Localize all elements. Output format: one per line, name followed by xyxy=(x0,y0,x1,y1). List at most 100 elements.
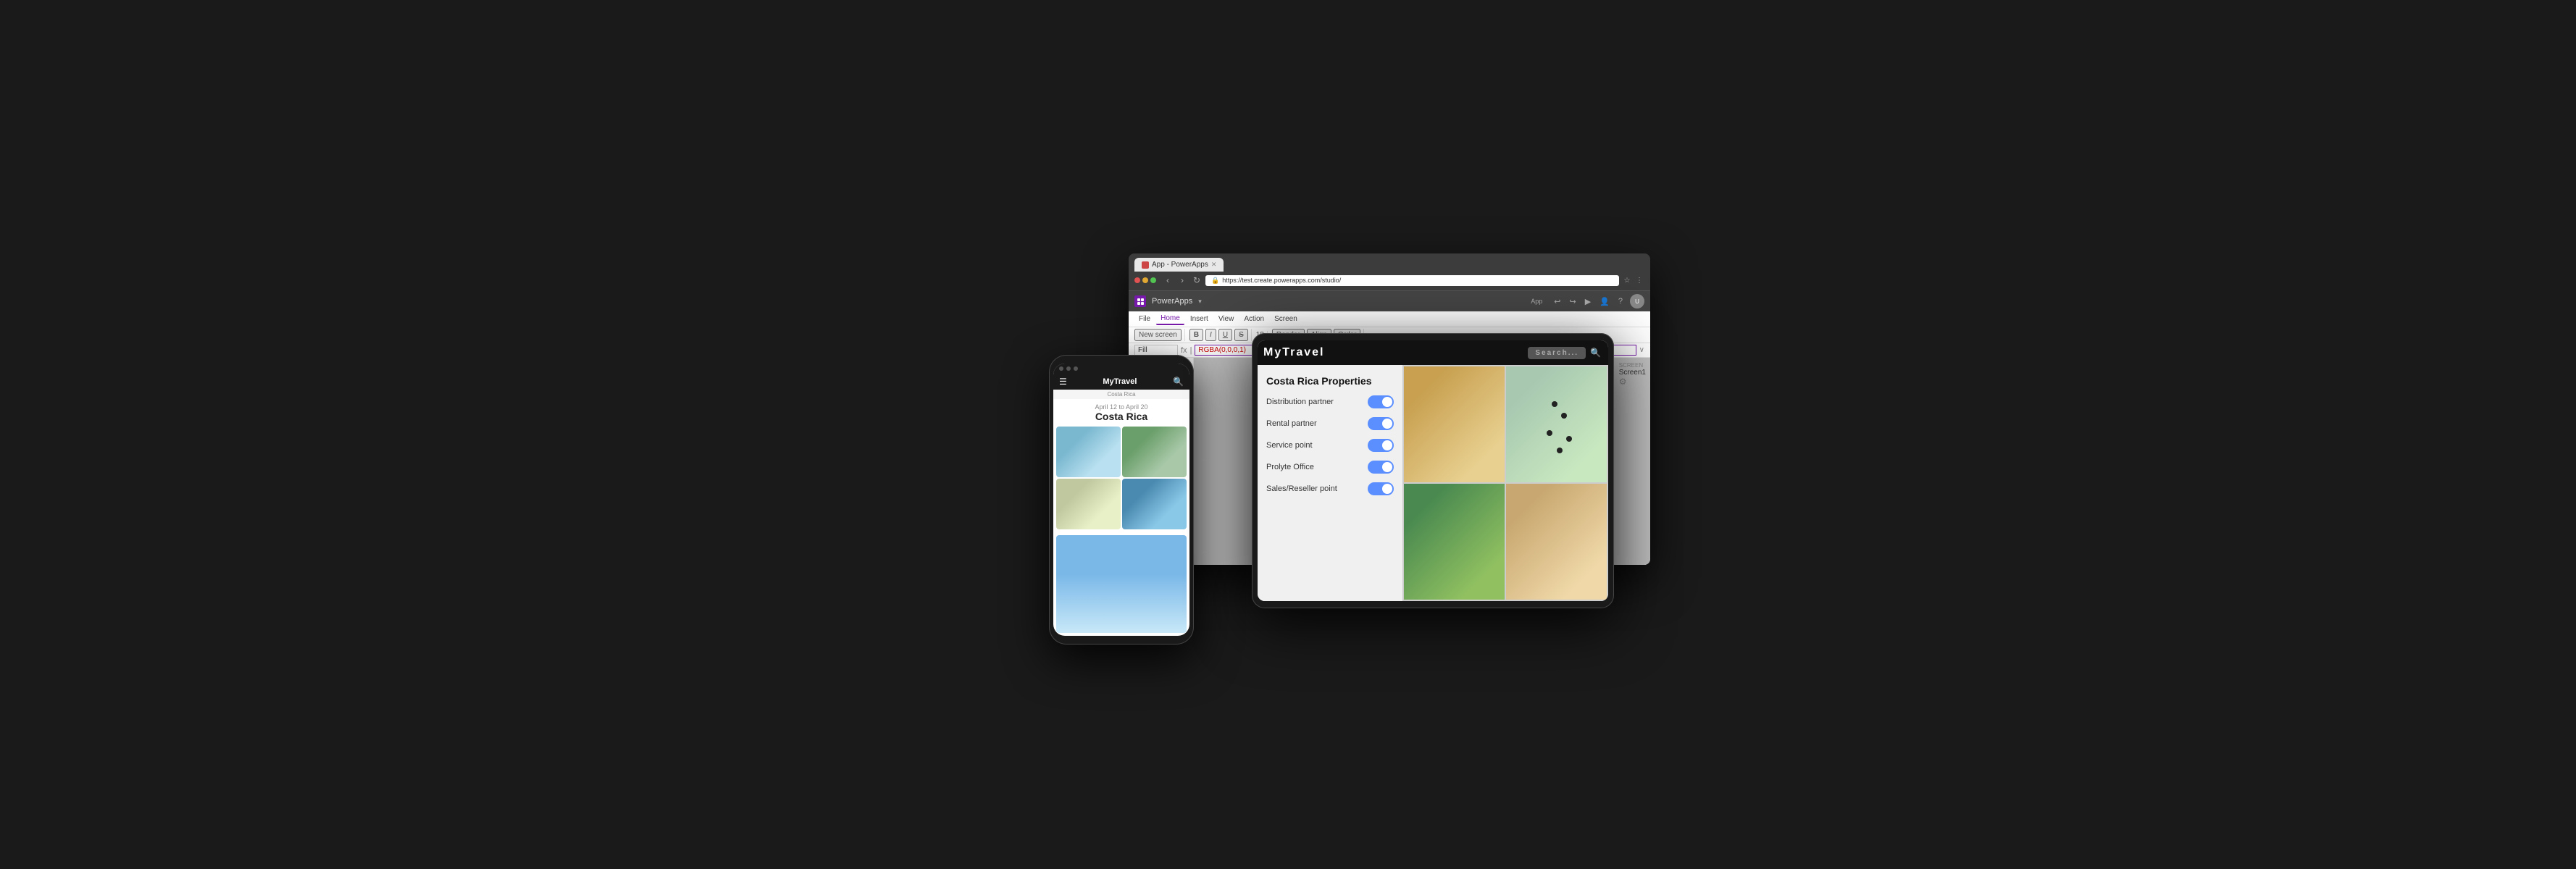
phone-dates: April 12 to April 20 xyxy=(1056,403,1187,411)
map-pin-5 xyxy=(1557,448,1563,453)
browser-tab[interactable]: App - PowerApps ✕ xyxy=(1134,258,1224,272)
phone-subtitle: Costa Rica xyxy=(1053,390,1189,399)
lock-icon: 🔒 xyxy=(1211,277,1219,285)
tablet-toggle-4[interactable] xyxy=(1368,461,1394,474)
tablet-app-header: MyTravel Search... 🔍 xyxy=(1258,340,1608,365)
menu-home[interactable]: Home xyxy=(1156,313,1184,325)
browser-dots xyxy=(1134,277,1156,283)
app-label: App xyxy=(1531,298,1542,305)
tablet-toggle-1[interactable] xyxy=(1368,395,1394,408)
tablet-filter-row-2: Rental partner xyxy=(1266,417,1394,430)
tab-bar: App - PowerApps ✕ xyxy=(1134,258,1644,272)
phone-image-3 xyxy=(1056,479,1121,529)
powerapps-header: PowerApps ▾ App ↩ ↪ ▶ 👤 ? U xyxy=(1129,291,1650,311)
minimize-dot[interactable] xyxy=(1142,277,1148,283)
menu-bar: File Home Insert View Action Screen xyxy=(1129,311,1650,327)
pipe-sign: | xyxy=(1190,346,1192,355)
tablet-filter-label-3: Service point xyxy=(1266,441,1313,450)
tablet-toggle-3[interactable] xyxy=(1368,439,1394,452)
redo-icon[interactable]: ↪ xyxy=(1569,297,1576,306)
strikethrough-button[interactable]: S xyxy=(1234,329,1248,341)
undo-icon[interactable]: ↩ xyxy=(1554,297,1560,306)
equals-sign: fx xyxy=(1181,346,1187,355)
tablet-filter-row-3: Service point xyxy=(1266,439,1394,452)
menu-view[interactable]: View xyxy=(1214,314,1239,324)
property-selector[interactable] xyxy=(1134,345,1178,356)
phone-app-header: ☰ MyTravel 🔍 xyxy=(1053,374,1189,390)
phone-images xyxy=(1053,424,1189,532)
signal-icon xyxy=(1059,366,1063,371)
address-bar[interactable]: 🔒 https://test.create.powerapps.com/stud… xyxy=(1205,275,1619,286)
menu-insert[interactable]: Insert xyxy=(1186,314,1213,324)
refresh-button[interactable]: ↻ xyxy=(1191,274,1203,286)
browser-chrome: App - PowerApps ✕ ‹ › ↻ 🔒 https://test.c… xyxy=(1129,253,1650,291)
hamburger-icon[interactable]: ☰ xyxy=(1059,377,1067,387)
tablet-search-box[interactable]: Search... xyxy=(1528,347,1586,359)
phone-device: ☰ MyTravel 🔍 Costa Rica April 12 to Apri… xyxy=(1049,355,1194,645)
screen-section-label: SCREEN xyxy=(1619,362,1646,369)
map-pin-1 xyxy=(1552,401,1557,407)
tablet-search-icon[interactable]: 🔍 xyxy=(1590,348,1602,358)
browser-actions: ☆ ⋮ xyxy=(1622,275,1644,285)
menu-file[interactable]: File xyxy=(1134,314,1155,324)
tablet-image-interior xyxy=(1506,484,1607,600)
tablet-properties-title: Costa Rica Properties xyxy=(1266,375,1394,387)
maximize-dot[interactable] xyxy=(1150,277,1156,283)
star-icon[interactable]: ☆ xyxy=(1622,275,1632,285)
tab-close-icon[interactable]: ✕ xyxy=(1211,261,1217,269)
tablet-filters: Costa Rica Properties Distribution partn… xyxy=(1258,365,1402,601)
tablet-toggle-5[interactable] xyxy=(1368,482,1394,495)
italic-button[interactable]: I xyxy=(1205,329,1216,341)
screen-name-value: Screen1 xyxy=(1619,369,1646,377)
phone-app-title: MyTravel xyxy=(1071,377,1168,386)
tab-label: App - PowerApps xyxy=(1152,261,1208,269)
tablet-device: MyTravel Search... 🔍 Costa Rica Properti… xyxy=(1252,333,1614,608)
new-screen-button[interactable]: New screen xyxy=(1134,329,1182,341)
phone-image-4 xyxy=(1122,479,1187,529)
underline-button[interactable]: U xyxy=(1218,329,1232,341)
tablet-filter-label-4: Prolyte Office xyxy=(1266,463,1314,471)
tablet-content-grid xyxy=(1402,365,1608,601)
menu-action[interactable]: Action xyxy=(1239,314,1268,324)
close-dot[interactable] xyxy=(1134,277,1140,283)
tablet-image-house xyxy=(1404,484,1505,600)
tab-favicon xyxy=(1142,261,1149,269)
forward-button[interactable]: › xyxy=(1176,274,1188,286)
tablet-body: Costa Rica Properties Distribution partn… xyxy=(1258,365,1608,601)
tablet-app-title: MyTravel xyxy=(1263,346,1324,359)
phone-image-1 xyxy=(1056,427,1121,477)
help-icon[interactable]: ? xyxy=(1618,297,1623,306)
person-icon[interactable]: 👤 xyxy=(1599,297,1610,306)
phone-country: Costa Rica xyxy=(1056,411,1187,422)
tablet-toggle-2[interactable] xyxy=(1368,417,1394,430)
play-icon[interactable]: ▶ xyxy=(1585,297,1591,306)
bold-button[interactable]: B xyxy=(1189,329,1203,341)
tablet-filter-label-1: Distribution partner xyxy=(1266,398,1334,406)
powerapps-logo xyxy=(1134,295,1146,307)
back-button[interactable]: ‹ xyxy=(1162,274,1174,286)
tablet-map xyxy=(1506,366,1607,482)
tablet-image-chairs xyxy=(1404,366,1505,482)
screen-panel: SCREEN Screen1 ⚙ xyxy=(1619,362,1646,387)
battery-icon xyxy=(1074,366,1078,371)
ribbon-group-new: New screen xyxy=(1134,329,1185,341)
user-avatar[interactable]: U xyxy=(1630,294,1644,308)
url-text: https://test.create.powerapps.com/studio… xyxy=(1222,277,1341,284)
tablet-filter-label-5: Sales/Reseller point xyxy=(1266,484,1337,493)
map-pin-2 xyxy=(1561,413,1567,419)
tablet-filter-row-5: Sales/Reseller point xyxy=(1266,482,1394,495)
tablet-filter-label-2: Rental partner xyxy=(1266,419,1317,428)
tablet-screen: MyTravel Search... 🔍 Costa Rica Properti… xyxy=(1258,340,1608,601)
formula-expand-icon[interactable]: ∨ xyxy=(1639,346,1644,354)
screen-settings-icon[interactable]: ⚙ xyxy=(1619,377,1627,387)
phone-date-range: April 12 to April 20 Costa Rica xyxy=(1053,399,1189,424)
scene: App - PowerApps ✕ ‹ › ↻ 🔒 https://test.c… xyxy=(890,217,1686,652)
powerapps-brand: PowerApps xyxy=(1152,297,1192,306)
phone-search-icon[interactable]: 🔍 xyxy=(1173,377,1184,387)
menu-screen[interactable]: Screen xyxy=(1270,314,1302,324)
wifi-icon xyxy=(1066,366,1071,371)
more-icon[interactable]: ⋮ xyxy=(1634,275,1644,285)
ribbon-group-format: B I U S xyxy=(1189,329,1252,341)
tablet-search-placeholder: Search... xyxy=(1535,349,1578,357)
browser-controls: ‹ › ↻ 🔒 https://test.create.powerapps.co… xyxy=(1134,272,1644,290)
